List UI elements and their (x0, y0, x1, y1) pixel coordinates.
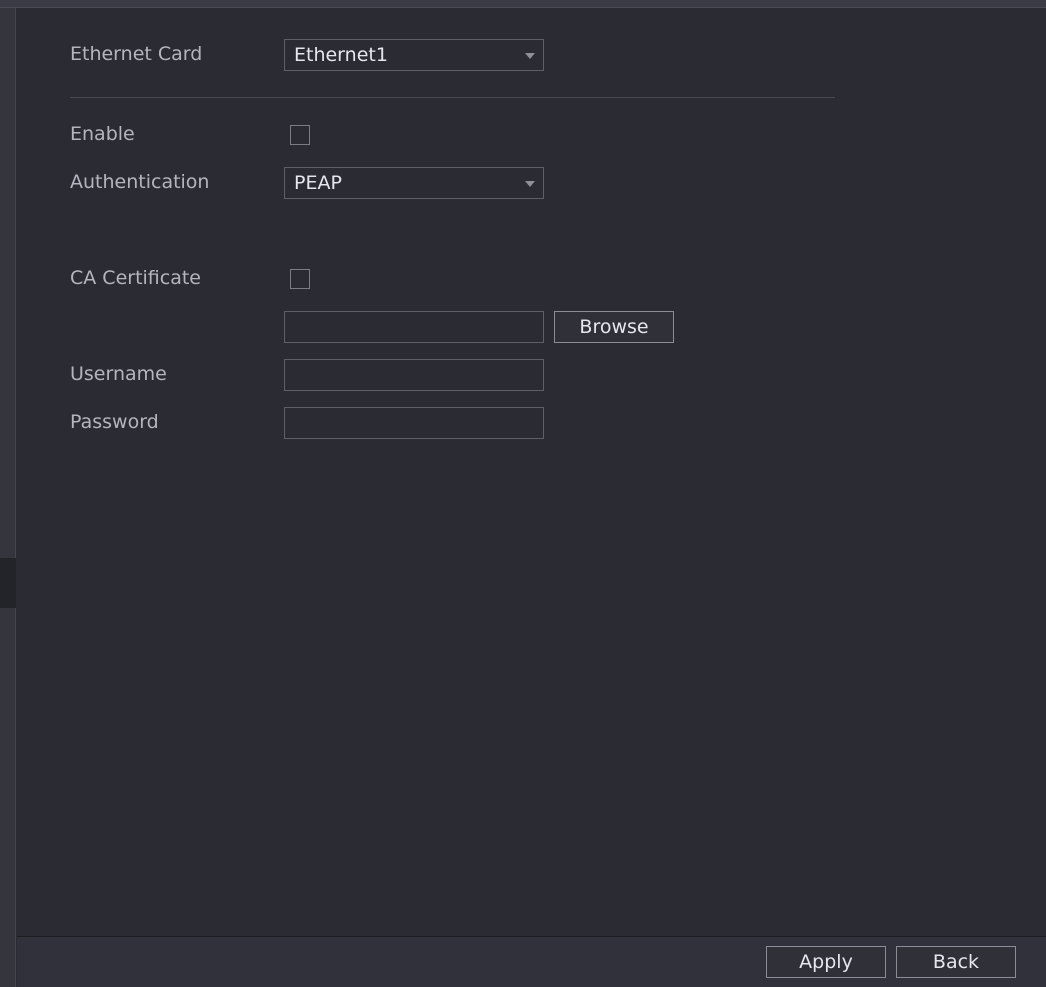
authentication-label: Authentication (70, 171, 210, 193)
left-menu-strip[interactable] (0, 8, 16, 987)
username-input[interactable] (284, 359, 544, 391)
top-bar (0, 0, 1046, 8)
ca-certificate-label: CA Certificate (70, 267, 201, 289)
footer-bar (17, 936, 1046, 987)
username-label: Username (70, 363, 167, 385)
password-input[interactable] (284, 407, 544, 439)
left-menu-active-indicator[interactable] (0, 558, 16, 608)
network-8021x-settings-page: Ethernet Card Ethernet1 Enable Authentic… (0, 0, 1046, 987)
browse-button[interactable]: Browse (554, 311, 674, 343)
ethernet-card-selected-value: Ethernet1 (294, 44, 388, 66)
ethernet-card-select[interactable]: Ethernet1 (284, 39, 544, 71)
enable-checkbox[interactable] (290, 125, 310, 145)
section-divider (70, 97, 835, 98)
authentication-select[interactable]: PEAP (284, 167, 544, 199)
back-button[interactable]: Back (896, 946, 1016, 978)
authentication-selected-value: PEAP (294, 172, 342, 194)
apply-button[interactable]: Apply (766, 946, 886, 978)
ca-certificate-checkbox[interactable] (290, 269, 310, 289)
chevron-down-icon (525, 181, 535, 187)
chevron-down-icon (525, 53, 535, 59)
password-label: Password (70, 411, 159, 433)
enable-label: Enable (70, 123, 135, 145)
certificate-path-input[interactable] (284, 311, 544, 343)
ethernet-card-label: Ethernet Card (70, 43, 203, 65)
